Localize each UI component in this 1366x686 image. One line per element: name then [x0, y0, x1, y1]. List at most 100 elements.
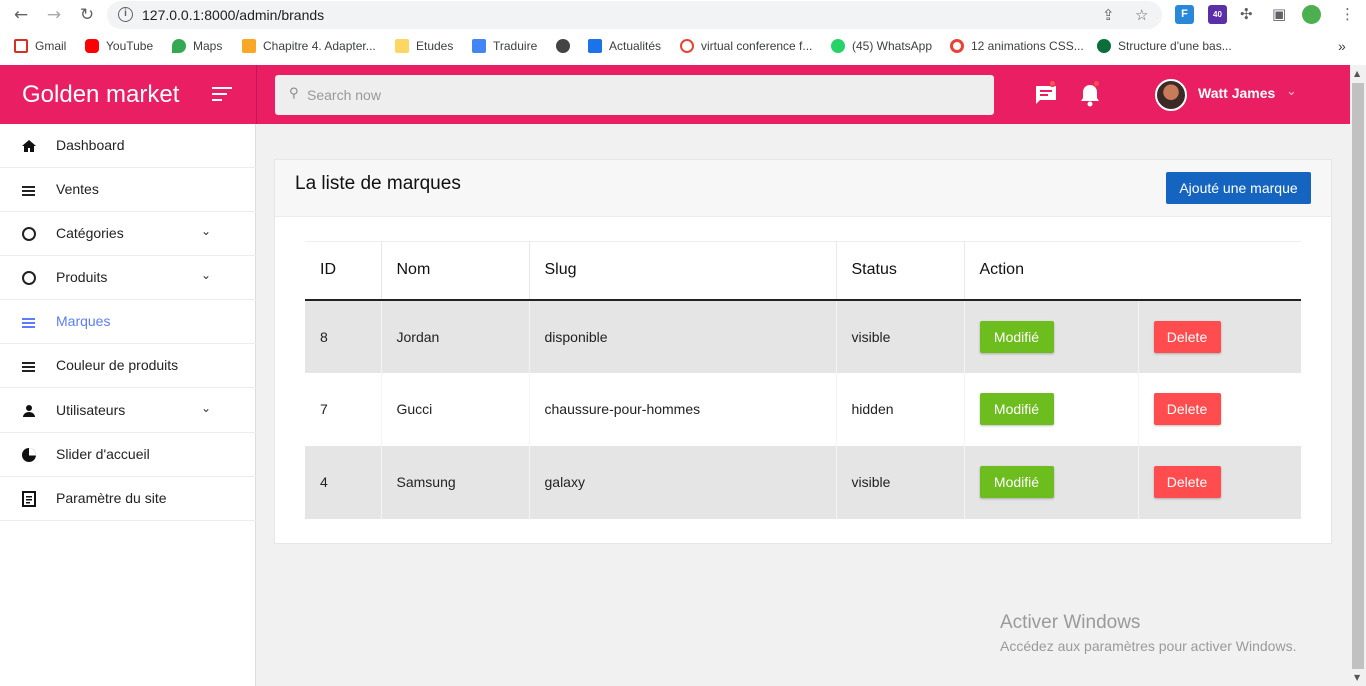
cell-name: Jordan	[381, 299, 530, 373]
cell-name: Samsung	[381, 445, 530, 519]
cell-edit: Modifié	[964, 445, 1139, 519]
scroll-up-arrow-icon[interactable]: ▲	[1354, 69, 1360, 78]
whatsapp-icon	[831, 39, 845, 53]
back-arrow-icon[interactable]: ←	[10, 4, 32, 26]
edit-button[interactable]: Modifié	[979, 466, 1054, 498]
column-header-status[interactable]: Status	[836, 241, 965, 300]
edit-button[interactable]: Modifié	[979, 320, 1054, 353]
bookmark-virtual-conference[interactable]: virtual conference f...	[680, 37, 812, 55]
sidebar-item-label: Ventes	[56, 181, 99, 197]
chevron-down-icon[interactable]: ⌄	[201, 268, 211, 282]
sidebar-item-slider-accueil[interactable]: Slider d'accueil	[0, 433, 256, 477]
list-icon	[21, 358, 37, 374]
brand-bar: Golden market	[0, 65, 256, 124]
sidebar-item-ventes[interactable]: Ventes	[0, 168, 256, 212]
admin-app: Golden market ⚲ Watt James ⌄ Dashboard	[0, 65, 1366, 686]
user-menu-chevron-down-icon[interactable]: ⌄	[1286, 84, 1297, 99]
cell-name: Gucci	[381, 372, 530, 446]
scroll-down-arrow-icon[interactable]: ▼	[1354, 673, 1360, 682]
column-header-nom[interactable]: Nom	[381, 241, 530, 300]
bookmarks-overflow-icon[interactable]: »	[1338, 37, 1346, 55]
browser-menu-icon[interactable]: ⋮	[1340, 5, 1355, 23]
user-name[interactable]: Watt James	[1198, 85, 1275, 101]
bookmark-maps[interactable]: Maps	[172, 37, 222, 55]
add-brand-button[interactable]: Ajouté une marque	[1166, 172, 1311, 204]
sidebar-toggle-icon[interactable]	[212, 87, 232, 101]
bookmark-star-icon[interactable]: ☆	[1135, 6, 1148, 24]
bookmark-youtube[interactable]: YouTube	[85, 37, 153, 55]
address-url[interactable]: 127.0.0.1:8000/admin/brands	[142, 7, 324, 23]
extension-badge-count: 40	[1213, 10, 1222, 19]
column-header-action[interactable]: Action	[964, 241, 1301, 300]
site-info-icon[interactable]: i	[118, 7, 133, 22]
address-bar[interactable]: i 127.0.0.1:8000/admin/brands ⇪ ☆	[107, 1, 1162, 29]
news-icon	[588, 39, 602, 53]
reload-icon[interactable]: ↻	[76, 4, 98, 26]
sidebar-item-parametre-du-site[interactable]: Paramètre du site	[0, 477, 256, 521]
bookmark-structure[interactable]: Structure d'une bas...	[1097, 37, 1232, 55]
chevron-down-icon[interactable]: ⌄	[201, 401, 211, 415]
main-content: La liste de marques Ajouté une marque ID…	[257, 124, 1350, 686]
delete-button[interactable]: Delete	[1153, 466, 1221, 498]
sidebar-item-produits[interactable]: Produits ⌄	[0, 256, 256, 300]
cell-slug: chaussure-pour-hommes	[529, 372, 837, 446]
delete-button[interactable]: Delete	[1153, 320, 1221, 353]
brand-title[interactable]: Golden market	[22, 81, 179, 109]
gmail-icon	[14, 39, 28, 53]
scrollbar-thumb[interactable]	[1352, 83, 1364, 669]
user-avatar[interactable]	[1155, 79, 1187, 111]
sidebar-item-couleur-de-produits[interactable]: Couleur de produits	[0, 344, 256, 388]
cell-id: 7	[305, 372, 382, 446]
sidebar-item-label: Produits	[56, 269, 108, 285]
page-scrollbar[interactable]: ▲ ▼	[1350, 65, 1366, 686]
bookmark-etudes[interactable]: Etudes	[395, 37, 453, 55]
bookmark-animations[interactable]: 12 animations CSS...	[950, 37, 1084, 55]
sidebar: Dashboard Ventes Catégories ⌄ Produits ⌄…	[0, 124, 256, 686]
sidebar-item-marques[interactable]: Marques	[0, 300, 256, 344]
globe-icon	[556, 39, 570, 53]
edit-button[interactable]: Modifié	[979, 393, 1054, 425]
cell-status: visible	[836, 445, 965, 519]
column-header-slug[interactable]: Slug	[529, 241, 837, 300]
cell-delete: Delete	[1138, 373, 1301, 446]
brands-card: La liste de marques Ajouté une marque ID…	[274, 159, 1332, 544]
chevron-down-icon[interactable]: ⌄	[201, 224, 211, 238]
extension-badge-icon[interactable]: 40	[1208, 5, 1227, 24]
column-header-id[interactable]: ID	[305, 241, 382, 300]
search-input[interactable]	[307, 83, 977, 107]
sidebar-item-label: Dashboard	[56, 137, 125, 153]
sidebar-item-label: Catégories	[56, 225, 124, 241]
bookmark-actualites[interactable]: Actualités	[588, 37, 661, 55]
drive-icon	[242, 39, 256, 53]
bookmark-globe[interactable]	[556, 37, 577, 55]
sidebar-item-categories[interactable]: Catégories ⌄	[0, 212, 256, 256]
person-icon	[21, 403, 37, 419]
extensions-puzzle-icon[interactable]: ✣	[1240, 5, 1253, 23]
watermark-subtitle: Accédez aux paramètres pour activer Wind…	[1000, 638, 1297, 654]
delete-button[interactable]: Delete	[1153, 393, 1221, 425]
bookmark-gmail[interactable]: Gmail	[14, 37, 66, 55]
sidebar-item-label: Slider d'accueil	[56, 446, 150, 462]
brands-table: ID Nom Slug Status Action 8 Jordan dispo…	[305, 241, 1301, 519]
bookmark-whatsapp[interactable]: (45) WhatsApp	[831, 37, 932, 55]
messages-icon[interactable]	[1034, 80, 1058, 107]
side-panel-icon[interactable]: ▣	[1272, 5, 1286, 23]
translate-icon	[472, 39, 486, 53]
bookmark-chapitre[interactable]: Chapitre 4. Adapter...	[242, 37, 376, 55]
sidebar-item-utilisateurs[interactable]: Utilisateurs ⌄	[0, 389, 256, 433]
bookmark-traduire[interactable]: Traduire	[472, 37, 537, 55]
page-title: La liste de marques	[295, 173, 461, 194]
browser-navbar: ← → ↻ i 127.0.0.1:8000/admin/brands ⇪ ☆ …	[0, 0, 1366, 30]
sidebar-item-label: Marques	[56, 313, 111, 329]
extension-fi-icon[interactable]: F	[1175, 5, 1194, 24]
circle-icon	[21, 226, 37, 242]
profile-avatar-icon[interactable]	[1302, 5, 1321, 24]
sidebar-item-dashboard[interactable]: Dashboard	[0, 124, 256, 168]
structure-site-icon	[1097, 39, 1111, 53]
share-icon[interactable]: ⇪	[1102, 6, 1115, 24]
cell-slug: disponible	[529, 299, 837, 373]
notifications-bell-icon[interactable]	[1078, 80, 1102, 107]
top-bar: ⚲ Watt James ⌄	[256, 65, 1350, 124]
search-box[interactable]: ⚲	[275, 75, 994, 115]
forward-arrow-icon[interactable]: →	[43, 4, 65, 26]
